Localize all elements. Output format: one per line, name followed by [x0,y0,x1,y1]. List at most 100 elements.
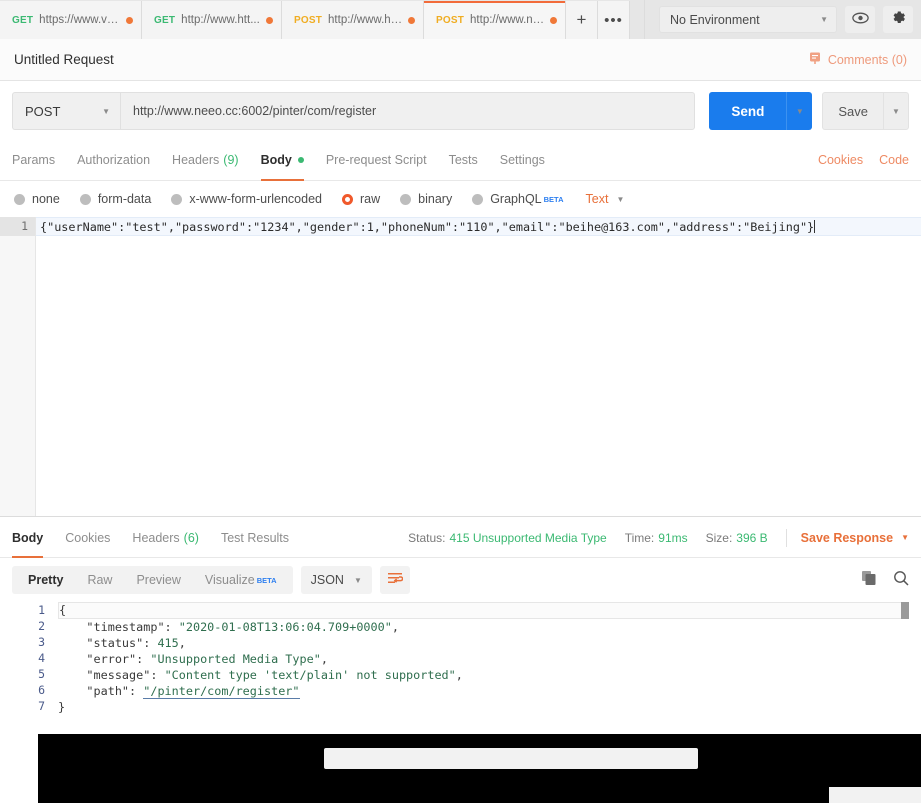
response-tab-cookies[interactable]: Cookies [65,517,110,558]
json-key: "message": [86,668,158,682]
body-type-form-data[interactable]: form-data [79,192,151,206]
save-button-group: Save ▼ [822,92,909,130]
save-options-button[interactable]: ▼ [883,92,909,130]
radio-icon [472,193,484,205]
response-format-selector[interactable]: JSON ▼ [300,566,372,594]
environment-quick-look-button[interactable] [845,6,875,33]
environment-selector[interactable]: No Environment ▼ [659,6,837,33]
json-value[interactable]: "/pinter/com/register" [143,684,300,699]
tab-body[interactable]: Body [260,140,305,181]
request-tab-4[interactable]: POST http://www.ne... [424,1,566,39]
response-line-5: "message": "Content type 'text/plain' no… [58,667,909,683]
response-code-area: { "timestamp": "2020-01-08T13:06:04.709+… [58,602,909,734]
save-button[interactable]: Save [822,92,883,130]
response-section-tabs: Body Cookies Headers (6) Test Results St… [0,518,921,558]
response-tab-headers[interactable]: Headers (6) [132,517,199,558]
horizontal-scrollbar[interactable] [901,602,909,619]
environment-zone: No Environment ▼ [644,0,921,39]
bottom-overlay-bar [324,748,698,769]
response-mode-group: Pretty Raw Preview Visualize BETA [12,566,293,594]
environment-label: No Environment [670,12,760,27]
new-tab-button[interactable]: + [566,1,598,39]
body-type-x-www-form-urlencoded[interactable]: x-www-form-urlencoded [171,192,322,206]
json-value: 415 [157,636,179,650]
tab-params[interactable]: Params [12,140,55,181]
json-value: "Unsupported Media Type" [150,652,321,666]
response-mode-pretty[interactable]: Pretty [16,566,75,594]
settings-button[interactable] [883,6,913,33]
response-mode-raw[interactable]: Raw [75,566,124,594]
tab-method-label: GET [154,14,176,26]
word-wrap-button[interactable] [379,566,410,594]
http-method-label: POST [25,103,61,119]
request-code-area[interactable]: {"userName":"test","password":"1234","ge… [36,217,921,516]
body-type-graphql[interactable]: GraphQL BETA [472,192,564,206]
request-body-editor[interactable]: 1 {"userName":"test","password":"1234","… [0,217,921,517]
chevron-down-icon: ▼ [102,106,110,116]
tab-options-button[interactable]: ••• [598,1,630,39]
response-line-7: } [58,699,909,715]
tab-pre-request-script[interactable]: Pre-request Script [326,140,427,181]
tab-settings[interactable]: Settings [500,140,545,181]
comments-label: Comments (0) [827,52,907,67]
request-line-number-gutter: 1 [0,217,36,516]
body-type-label: GraphQL [490,192,542,206]
request-tabs-actions: Cookies Code [802,153,909,167]
request-tab-3[interactable]: POST http://www.ht... [282,1,424,39]
chevron-down-icon: ▼ [616,194,625,204]
copy-icon [861,570,877,591]
tab-method-label: POST [436,14,465,26]
tab-url-label: https://www.v2... [39,14,121,26]
json-value: "2020-01-08T13:06:04.709+0000" [178,620,392,634]
request-tab-1[interactable]: GET https://www.v2... [0,1,142,39]
tab-label: Authorization [77,153,151,167]
tab-label: Cookies [65,530,111,545]
save-response-button[interactable]: Save Response ▼ [801,531,909,545]
tab-tests[interactable]: Tests [449,140,478,181]
line-number: 1 [38,603,45,617]
comments-button[interactable]: Comments (0) [808,51,907,68]
body-type-raw[interactable]: raw [342,192,380,206]
gear-icon [890,9,907,31]
chevron-down-icon: ▼ [795,106,804,116]
line-number: 7 [38,699,45,713]
send-button[interactable]: Send [709,92,787,130]
response-line-1: { [58,602,909,619]
status-badge: 415 Unsupported Media Type [449,530,607,545]
unsaved-dot-icon [266,16,273,24]
radio-icon [14,193,25,205]
response-mode-visualize[interactable]: Visualize BETA [193,566,289,594]
tab-label: Test Results [220,530,290,545]
response-meta: Status: 415 Unsupported Media Type Time:… [408,528,909,547]
page-title[interactable]: Untitled Request [14,52,808,67]
request-tab-2[interactable]: GET http://www.htt... [142,1,282,39]
json-trail: , [320,652,328,666]
url-input[interactable]: http://www.neeo.cc:6002/pinter/com/regis… [120,92,696,130]
line-number: 3 [38,635,45,649]
response-tab-test-results[interactable]: Test Results [221,517,289,558]
response-line-3: "status": 415, [58,635,909,651]
copy-button[interactable] [861,570,877,591]
raw-format-selector[interactable]: Text ▼ [586,192,625,206]
json-key: "path": [86,684,137,698]
text-cursor [814,220,816,233]
time-key: Time: [624,530,655,545]
cookies-link[interactable]: Cookies [818,153,863,167]
tab-authorization[interactable]: Authorization [77,140,150,181]
tab-headers[interactable]: Headers (9) [172,140,239,181]
response-body-viewer[interactable]: 1 2 3 4 5 6 7 { "timestamp": "2020-01-08… [0,602,921,734]
chevron-down-icon: ▼ [820,15,828,24]
response-mode-preview[interactable]: Preview [124,566,192,594]
send-options-button[interactable]: ▼ [786,92,813,130]
tab-url-label: http://www.ne... [470,14,545,26]
response-tab-body[interactable]: Body [12,517,44,558]
body-type-none[interactable]: none [14,192,60,206]
send-button-group: Send ▼ [709,92,813,130]
bottom-overlay-box [829,787,921,803]
body-type-binary[interactable]: binary [400,192,452,206]
http-method-selector[interactable]: POST ▼ [12,92,120,130]
code-link[interactable]: Code [879,153,909,167]
search-button[interactable] [893,570,909,591]
bottom-overlay-area [0,734,921,803]
request-body-line[interactable]: {"userName":"test","password":"1234","ge… [36,217,921,236]
